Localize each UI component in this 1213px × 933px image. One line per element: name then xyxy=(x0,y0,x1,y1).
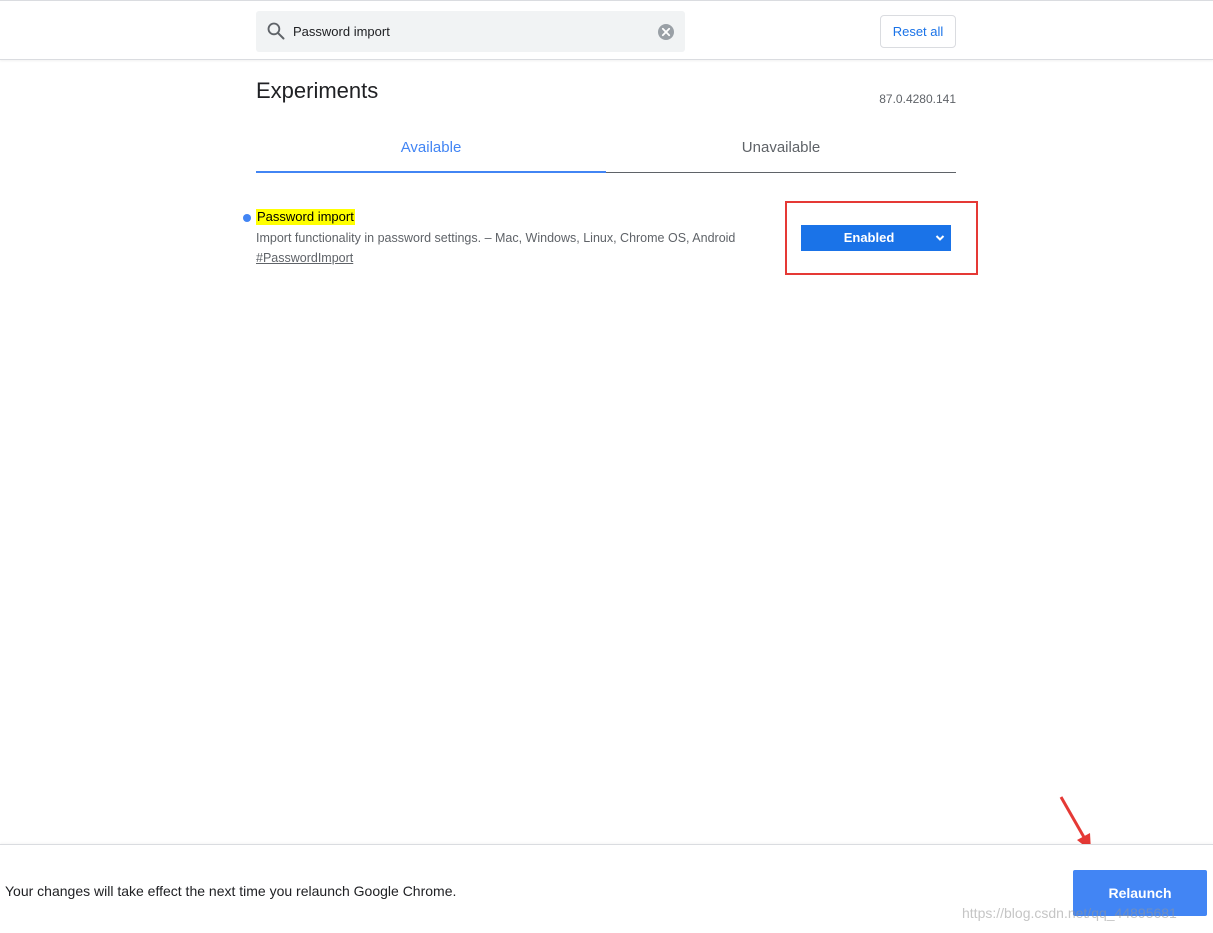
chevron-down-icon xyxy=(935,235,945,241)
tab-bar: Available Unavailable xyxy=(256,126,956,174)
search-icon xyxy=(267,22,285,40)
experiment-permalink[interactable]: #PasswordImport xyxy=(256,251,353,265)
relaunch-message: Your changes will take effect the next t… xyxy=(5,883,457,899)
search-box[interactable] xyxy=(256,11,685,52)
experiment-state-select[interactable]: Enabled xyxy=(801,225,951,251)
version-label: 87.0.4280.141 xyxy=(879,92,956,106)
page-title: Experiments xyxy=(256,78,379,103)
tab-active-indicator xyxy=(256,171,606,173)
select-value: Enabled xyxy=(843,230,895,245)
flags-page: Reset all Experiments 87.0.4280.141 Avai… xyxy=(0,0,1213,933)
tab-unavailable[interactable]: Unavailable xyxy=(606,126,956,172)
experiment-description: Import functionality in password setting… xyxy=(256,231,736,245)
watermark: https://blog.csdn.net/qq_44895681 xyxy=(962,905,1177,921)
experiment-name: Password import xyxy=(256,209,355,225)
header: Reset all xyxy=(0,0,1213,60)
modified-dot-icon xyxy=(243,214,251,222)
clear-icon[interactable] xyxy=(657,23,675,41)
reset-all-button[interactable]: Reset all xyxy=(880,15,956,48)
search-input[interactable] xyxy=(293,11,653,52)
tab-available[interactable]: Available xyxy=(256,126,606,172)
